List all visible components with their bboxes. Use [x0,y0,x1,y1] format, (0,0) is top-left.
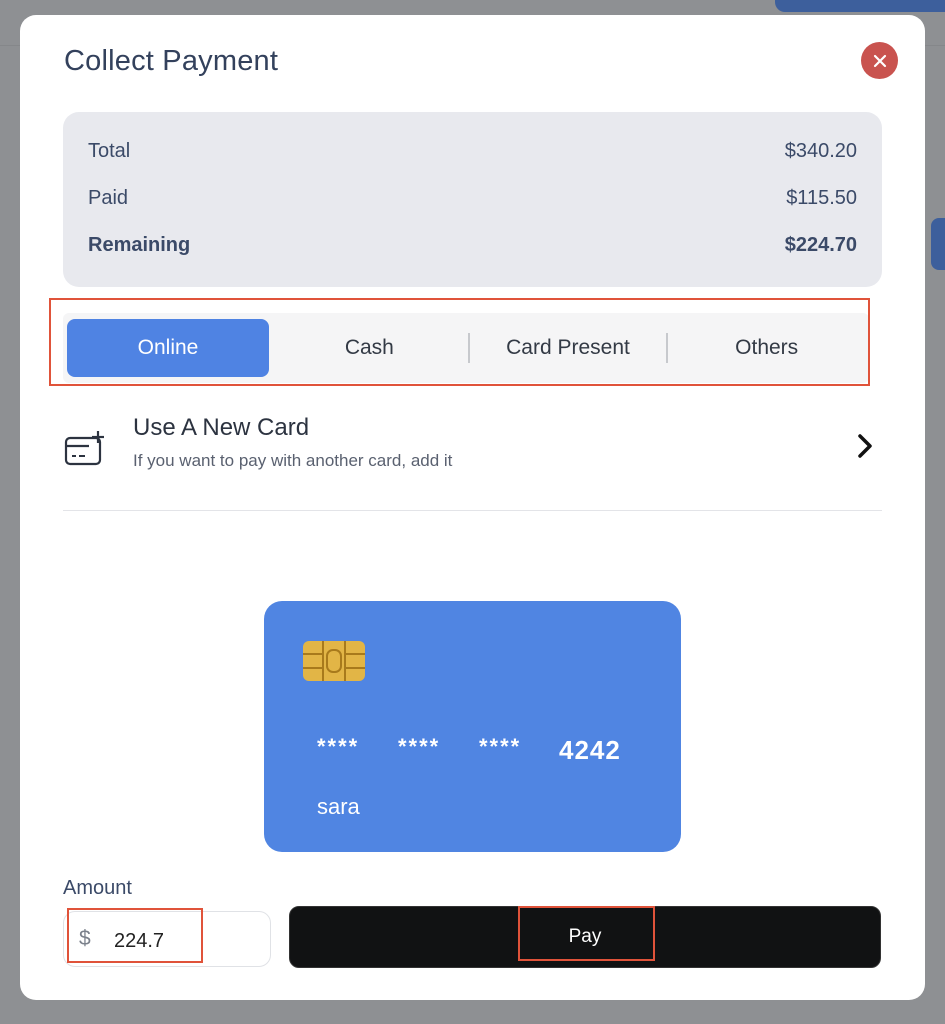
background-side-button [931,218,945,270]
summary-row-remaining: Remaining $224.70 [88,234,857,257]
amount-highlight-box [67,908,203,963]
card-number-group: **** [479,734,522,759]
summary-label: Paid [88,187,129,209]
summary-row-paid: Paid $115.50 [88,187,857,210]
summary-label: Total [88,140,131,162]
card-number-group: **** [317,734,360,759]
close-icon [873,54,886,67]
new-card-subtitle: If you want to pay with another card, ad… [133,451,453,470]
new-card-title: Use A New Card [133,414,310,441]
background-button [775,0,945,12]
collect-payment-modal: Collect Payment Total $340.20 Paid $115.… [20,15,925,1000]
card-holder-name: sara [317,794,360,819]
summary-label: Remaining [88,234,191,256]
amount-label: Amount [63,877,132,899]
chevron-right-icon [858,434,872,458]
card-plus-icon [64,431,104,466]
use-new-card-row[interactable]: Use A New Card If you want to pay with a… [63,405,882,511]
payment-summary: Total $340.20 Paid $115.50 Remaining $22… [63,112,882,287]
saved-credit-card[interactable]: **** **** **** 4242 sara [264,601,681,852]
card-last-four: 4242 [559,735,621,765]
close-button[interactable] [861,42,898,79]
pay-highlight-box [518,906,655,961]
divider [63,510,882,511]
tabs-highlight-box [49,298,870,386]
summary-row-total: Total $340.20 [88,140,857,163]
summary-value: $340.20 [784,140,857,162]
card-chip-icon [303,641,365,681]
summary-value: $115.50 [786,187,857,209]
modal-title: Collect Payment [64,45,279,77]
card-number-group: **** [398,734,441,759]
summary-value: $224.70 [784,234,857,256]
